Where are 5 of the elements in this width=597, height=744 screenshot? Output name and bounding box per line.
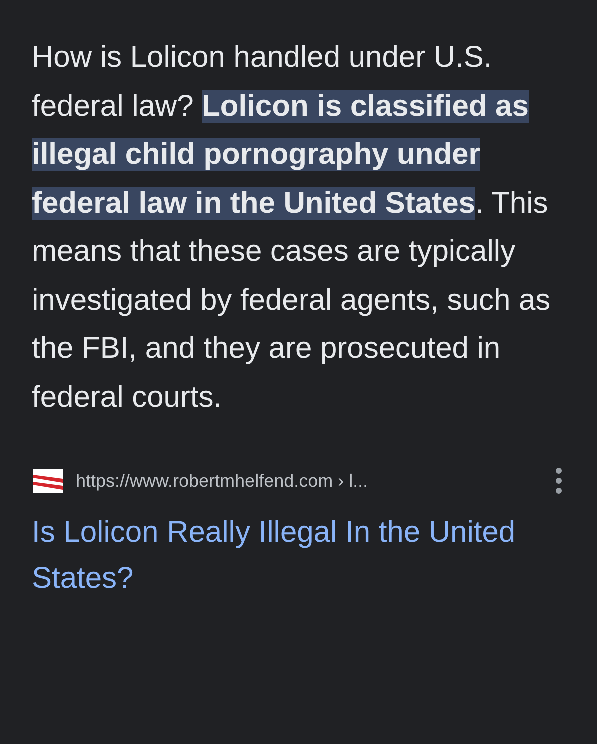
source-url[interactable]: https://www.robertmhelfend.com › l... xyxy=(76,470,555,492)
site-favicon-icon xyxy=(32,469,64,493)
answer-paragraph: How is Lolicon handled under U.S. federal law? Lolicon is classified as illegal child pornography under federal law in the United States. This means that these cases are typically investigated by federal agents, such as the FBI, and they are prosecuted in federal courts. xyxy=(32,40,552,416)
result-title-link[interactable]: Is Lolicon Really Illegal In the United States? xyxy=(32,510,569,602)
more-options-icon[interactable] xyxy=(555,467,563,495)
